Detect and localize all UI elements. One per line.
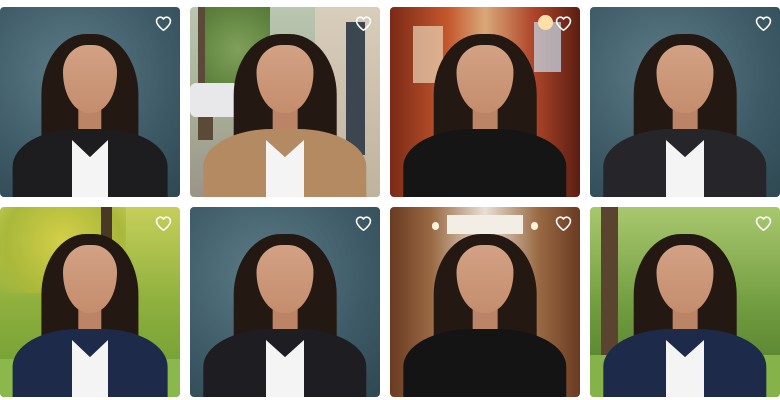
- photo-background: [530, 222, 539, 230]
- photo-background: [190, 83, 240, 118]
- portrait-photo[interactable]: [0, 7, 180, 197]
- portrait-photo[interactable]: [590, 7, 780, 197]
- portrait-photo[interactable]: [390, 207, 580, 397]
- photo-tile[interactable]: [190, 7, 380, 197]
- photo-gallery: [0, 0, 780, 400]
- photo-tile[interactable]: [190, 207, 380, 397]
- portrait-photo[interactable]: [590, 207, 780, 397]
- photo-grid: [0, 0, 780, 397]
- photo-background: [431, 222, 440, 230]
- heart-outline-icon[interactable]: [153, 13, 173, 33]
- portrait-photo[interactable]: [390, 7, 580, 197]
- portrait-photo[interactable]: [0, 207, 180, 397]
- photo-tile[interactable]: [590, 207, 780, 397]
- heart-outline-icon[interactable]: [153, 213, 173, 233]
- photo-tile[interactable]: [0, 207, 180, 397]
- heart-outline-icon[interactable]: [353, 213, 373, 233]
- heart-outline-icon[interactable]: [353, 13, 373, 33]
- heart-outline-icon[interactable]: [753, 13, 773, 33]
- photo-tile[interactable]: [590, 7, 780, 197]
- portrait-photo[interactable]: [190, 207, 380, 397]
- photo-tile[interactable]: [390, 7, 580, 197]
- heart-outline-icon[interactable]: [553, 13, 573, 33]
- photo-tile[interactable]: [0, 7, 180, 197]
- heart-outline-icon[interactable]: [553, 213, 573, 233]
- photo-tile[interactable]: [390, 207, 580, 397]
- photo-background: [447, 214, 523, 234]
- portrait-photo[interactable]: [190, 7, 380, 197]
- heart-outline-icon[interactable]: [753, 213, 773, 233]
- photo-background: [345, 22, 365, 156]
